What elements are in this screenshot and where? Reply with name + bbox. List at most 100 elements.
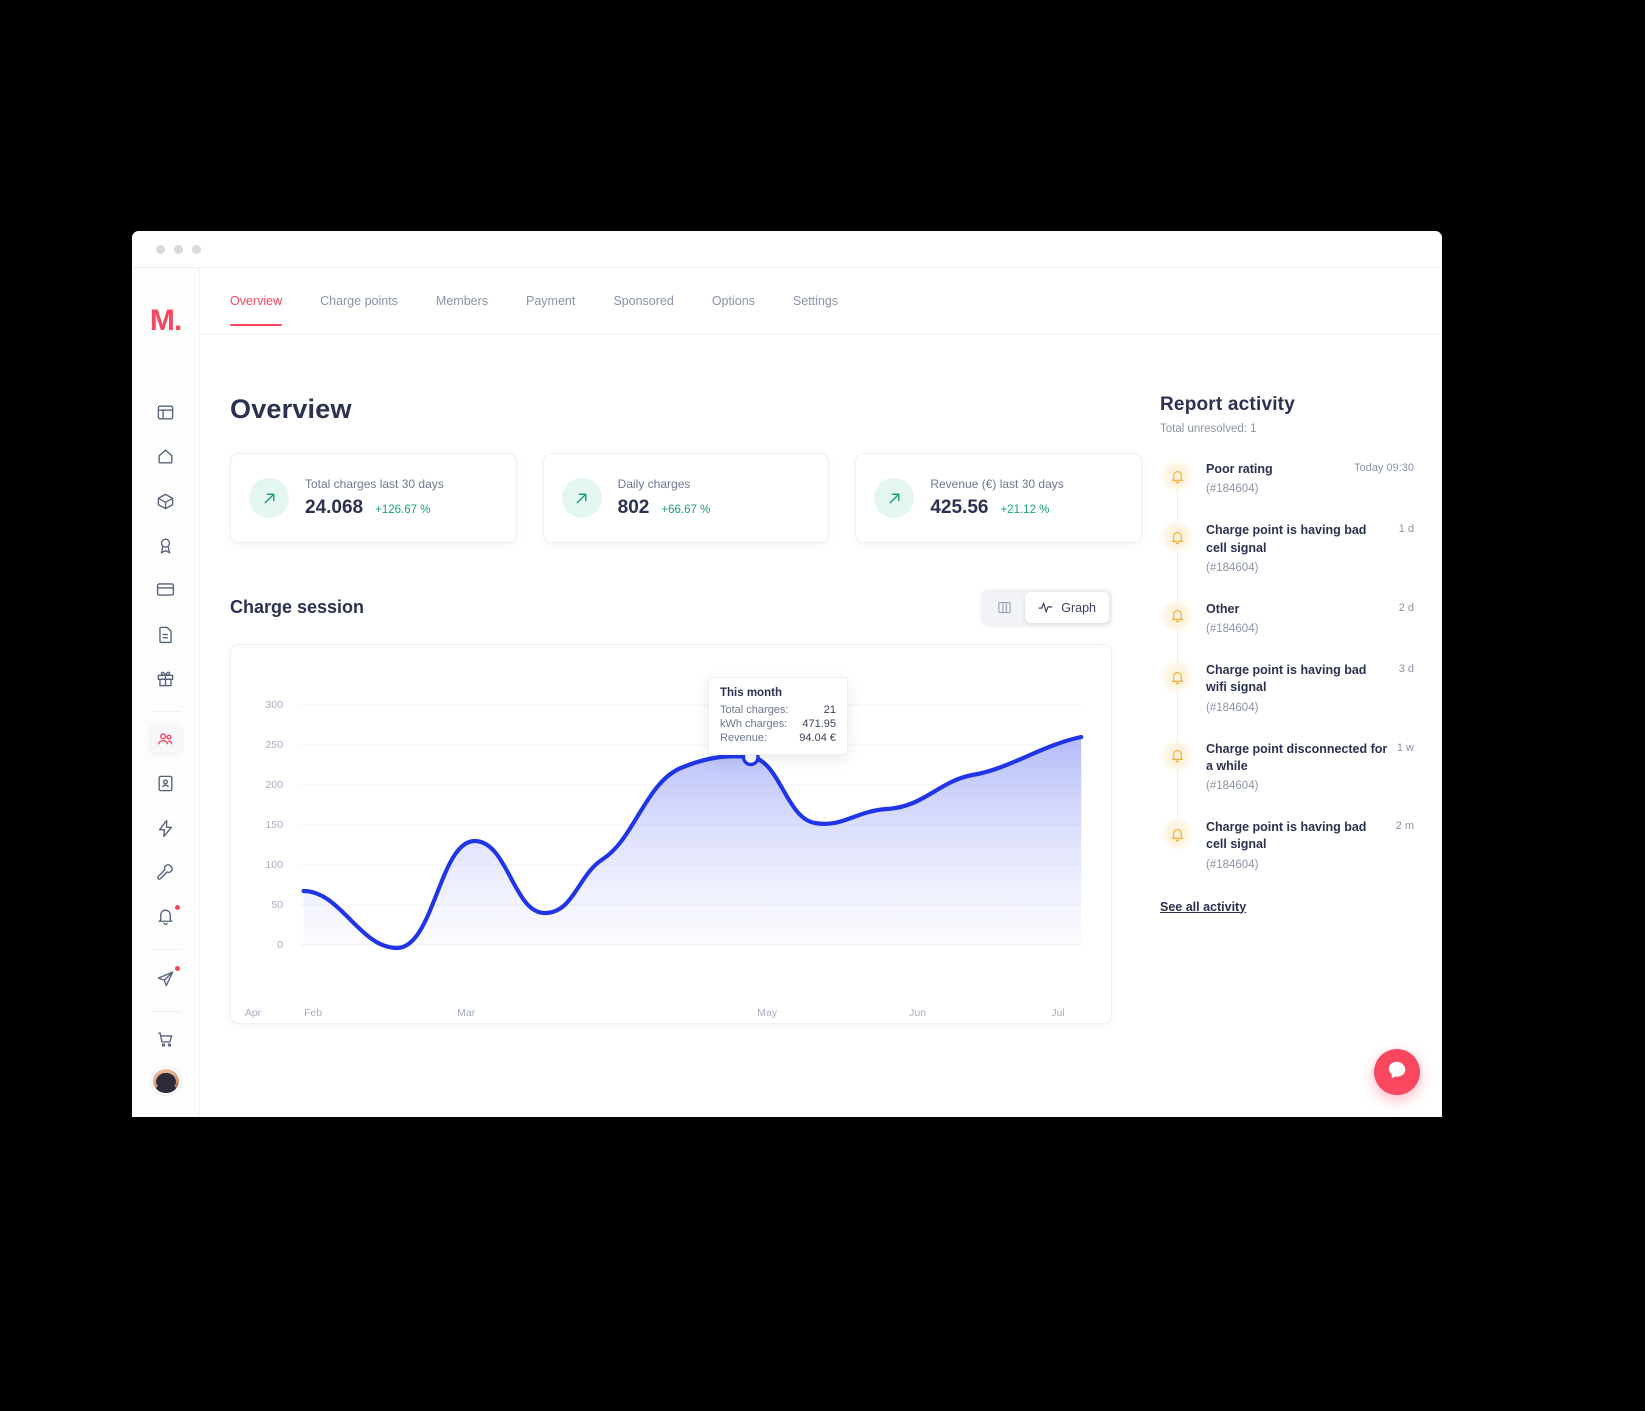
sidebar-item-maintenance[interactable] xyxy=(148,856,184,889)
send-icon xyxy=(156,969,175,988)
activity-time: 1 w xyxy=(1396,741,1414,754)
chart-header: Charge session Graph xyxy=(230,589,1142,626)
sidebar-divider-3 xyxy=(150,1010,181,1012)
toggle-graph-label: Graph xyxy=(1061,600,1096,615)
activity-name: Charge point disconnected for a while xyxy=(1206,741,1388,773)
sidebar-item-energy[interactable] xyxy=(148,812,184,845)
list-item[interactable]: Charge point is having bad cell signal 2… xyxy=(1160,817,1414,871)
list-item[interactable]: Charge point is having bad wifi signal 3… xyxy=(1160,660,1414,714)
report-activity-panel: Report activity Total unresolved: 1 Poor… xyxy=(1142,334,1442,1117)
sidebar-item-documents[interactable] xyxy=(148,617,184,650)
tooltip-title: This month xyxy=(720,687,782,699)
sidebar-item-notifications[interactable] xyxy=(148,900,184,933)
y-axis-label-200: 200 xyxy=(265,779,283,792)
toggle-table-view[interactable] xyxy=(984,592,1025,623)
stat-card-total-charges[interactable]: Total charges last 30 days 24.068 +126.6… xyxy=(230,453,517,543)
chat-bubble-icon xyxy=(1386,1059,1408,1086)
window-maximize-dot[interactable] xyxy=(192,244,201,254)
app-logo[interactable]: M. xyxy=(150,306,182,336)
award-icon xyxy=(156,536,175,555)
list-item[interactable]: Charge point disconnected for a while 1 … xyxy=(1160,738,1414,792)
activity-name: Other xyxy=(1206,601,1240,616)
list-item[interactable]: Other 2 d (#184604) xyxy=(1160,598,1414,635)
stat-label: Total charges last 30 days xyxy=(305,477,444,491)
tooltip-value: 94.04 € xyxy=(799,732,836,744)
tooltip-label: kWh charges: xyxy=(720,718,788,730)
messages-badge-dot xyxy=(174,966,180,972)
sidebar-item-home[interactable] xyxy=(148,440,184,473)
tab-sponsored[interactable]: Sponsored xyxy=(613,294,673,325)
wrench-icon xyxy=(156,863,175,882)
y-axis-label-250: 250 xyxy=(265,738,283,751)
gift-icon xyxy=(156,669,175,688)
sidebar-item-payment[interactable] xyxy=(148,573,184,606)
y-axis-label-150: 150 xyxy=(265,819,283,832)
x-axis-label-jun: Jun xyxy=(909,1007,927,1019)
y-axis-label-50: 50 xyxy=(271,898,283,911)
trend-up-icon xyxy=(561,478,602,518)
stat-card-daily-charges[interactable]: Daily charges 802 +66.67 % xyxy=(542,453,830,543)
see-all-activity-link[interactable]: See all activity xyxy=(1160,900,1246,914)
sidebar-item-award[interactable] xyxy=(148,529,184,562)
user-avatar[interactable] xyxy=(150,1066,181,1095)
bell-icon xyxy=(1160,738,1194,773)
list-item[interactable]: Charge point is having bad cell signal 1… xyxy=(1160,520,1414,574)
y-axis-label-100: 100 xyxy=(265,858,283,871)
sidebar-item-members[interactable] xyxy=(147,723,184,757)
sidebar-item-package[interactable] xyxy=(148,485,184,518)
tab-options[interactable]: Options xyxy=(712,294,755,325)
sidebar-item-layout[interactable] xyxy=(148,396,184,429)
bell-icon xyxy=(1160,660,1194,694)
page-title: Overview xyxy=(230,394,352,424)
chat-launcher-button[interactable] xyxy=(1374,1049,1420,1095)
stat-delta: +66.67 % xyxy=(661,504,711,516)
main-area: Overview Charge points Members Payment S… xyxy=(200,268,1442,1117)
activity-name: Charge point is having bad cell signal xyxy=(1206,523,1367,555)
top-tabs: Overview Charge points Members Payment S… xyxy=(200,268,1442,334)
x-axis-label-may: May xyxy=(757,1007,778,1019)
tab-payment[interactable]: Payment xyxy=(526,294,575,325)
trend-up-icon xyxy=(874,478,915,518)
stat-cards: Total charges last 30 days 24.068 +126.6… xyxy=(230,453,1143,543)
activity-id: (#184604) xyxy=(1206,858,1259,871)
window-titlebar xyxy=(132,231,1442,268)
stat-value: 802 xyxy=(617,497,650,518)
x-axis-label-apr: Apr xyxy=(244,1007,262,1019)
activity-name: Poor rating xyxy=(1206,462,1273,476)
sidebar-item-id-card[interactable] xyxy=(148,767,184,800)
activity-time: 2 m xyxy=(1395,820,1414,832)
stat-card-revenue[interactable]: Revenue (€) last 30 days 425.56 +21.12 % xyxy=(855,453,1143,543)
trend-up-icon xyxy=(249,478,289,518)
sidebar-item-gift[interactable] xyxy=(148,662,184,695)
sidebar-divider-1 xyxy=(150,711,181,712)
notifications-badge-dot xyxy=(174,905,180,911)
activity-line-icon xyxy=(1038,600,1053,615)
x-axis-label-mar: Mar xyxy=(457,1007,476,1019)
chart-section-title: Charge session xyxy=(230,597,365,617)
tab-members[interactable]: Members xyxy=(436,294,488,325)
window-close-dot[interactable] xyxy=(156,244,165,254)
list-item[interactable]: Poor rating Today 09:30 (#184604) xyxy=(1160,459,1414,495)
sidebar-item-shop[interactable] xyxy=(148,1023,184,1056)
sidebar-item-messages[interactable] xyxy=(148,961,184,994)
chart-plot-area: 300 250 200 150 100 50 0 Feb Mar Apr May… xyxy=(245,663,1089,1019)
stat-value: 24.068 xyxy=(305,497,364,518)
bell-icon xyxy=(156,907,175,926)
tab-charge-points[interactable]: Charge points xyxy=(320,294,398,325)
area-chart xyxy=(299,704,1084,951)
tooltip-label: Revenue: xyxy=(720,732,768,744)
tooltip-value: 21 xyxy=(823,704,836,716)
tab-overview[interactable]: Overview xyxy=(230,294,283,326)
toggle-graph-view[interactable]: Graph xyxy=(1025,592,1109,623)
activity-time: 3 d xyxy=(1398,663,1414,675)
tab-settings[interactable]: Settings xyxy=(793,294,838,325)
stat-delta: +21.12 % xyxy=(1000,504,1050,516)
activity-time: 2 d xyxy=(1398,601,1414,614)
window-minimize-dot[interactable] xyxy=(174,244,183,254)
activity-name: Charge point is having bad cell signal xyxy=(1206,820,1367,852)
y-axis-label-300: 300 xyxy=(265,698,283,711)
tooltip-row-total-charges: Total charges: 21 xyxy=(720,704,836,716)
activity-id: (#184604) xyxy=(1206,701,1259,714)
box-icon xyxy=(156,492,175,511)
tooltip-row-revenue: Revenue: 94.04 € xyxy=(720,732,836,744)
